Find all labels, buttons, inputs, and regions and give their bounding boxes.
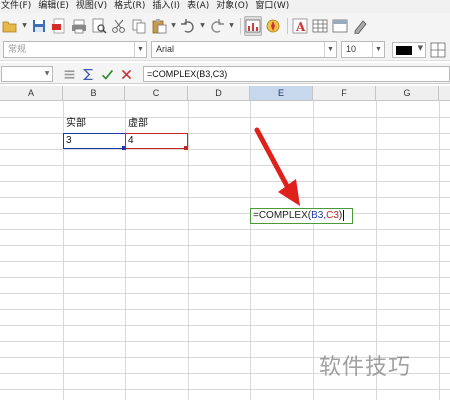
redo-icon[interactable]	[208, 16, 226, 36]
accept-icon[interactable]	[100, 67, 114, 81]
menu-bar: 文件(F) 编辑(E) 视图(V) 格式(R) 插入(I) 表(A) 对象(O)…	[0, 0, 450, 13]
fontwork-icon[interactable]: A	[291, 16, 309, 36]
sum-icon[interactable]	[81, 67, 95, 81]
grid-line	[0, 229, 450, 230]
clear-formatting-icon[interactable]	[351, 16, 369, 36]
redo-dropdown-arrow[interactable]: ▼	[228, 16, 235, 36]
undo-dropdown-arrow[interactable]: ▼	[199, 16, 206, 36]
save-icon[interactable]	[30, 16, 48, 36]
range-handle[interactable]	[184, 146, 188, 150]
font-name-dropdown[interactable]: Arial ▼	[151, 41, 337, 58]
column-header-overflow[interactable]	[439, 86, 450, 101]
cell-b3[interactable]: 3	[63, 133, 126, 149]
grid-line	[0, 213, 450, 214]
svg-text:A: A	[295, 20, 306, 34]
undo-icon[interactable]	[179, 16, 197, 36]
column-header-d[interactable]: D	[188, 86, 250, 101]
formula-input[interactable]: =COMPLEX(B3,C3)	[143, 66, 450, 82]
cell-c3[interactable]: 4	[125, 133, 188, 149]
font-size-value: 10	[346, 44, 357, 54]
grid-line	[0, 277, 450, 278]
chevron-down-icon[interactable]: ▼	[418, 44, 423, 52]
paste-dropdown-arrow[interactable]: ▼	[170, 16, 177, 36]
formula-ref-c3: C3	[326, 210, 339, 221]
grid-line	[188, 101, 189, 400]
column-header-g[interactable]: G	[376, 86, 439, 101]
formula-ref-b3: B3	[311, 210, 324, 221]
column-header-f[interactable]: F	[313, 86, 376, 101]
chevron-down-icon[interactable]: ▼	[42, 67, 52, 81]
chevron-down-icon[interactable]: ▼	[372, 42, 384, 57]
grid-line	[0, 325, 450, 326]
grid-line	[0, 245, 450, 246]
column-header-c[interactable]: C	[125, 86, 188, 101]
grid-line	[250, 101, 251, 400]
grid-line	[0, 165, 450, 166]
menu-insert[interactable]: 插入(I)	[152, 0, 180, 13]
function-wizard-icon[interactable]	[62, 67, 76, 81]
cancel-icon[interactable]	[119, 67, 133, 81]
column-header-a[interactable]: A	[0, 86, 63, 101]
open-icon[interactable]	[1, 16, 19, 36]
formula-bar: ▼ =COMPLEX(B3,C3)	[0, 63, 450, 84]
font-size-dropdown[interactable]: 10 ▼	[341, 41, 385, 58]
grid-line	[439, 101, 440, 400]
open-dropdown-arrow[interactable]: ▼	[21, 16, 28, 36]
name-box[interactable]: ▼	[1, 66, 53, 82]
cut-icon[interactable]	[110, 16, 128, 36]
font-color-swatch	[396, 46, 412, 55]
table-icon[interactable]	[311, 16, 329, 36]
menu-file[interactable]: 文件(F)	[1, 0, 31, 13]
formula-prefix: =COMPLEX(	[253, 210, 312, 221]
menu-object[interactable]: 对象(O)	[216, 0, 248, 13]
toolbar-separator	[287, 17, 288, 34]
grid-line	[0, 261, 450, 262]
navigator-icon[interactable]	[264, 16, 282, 36]
grid-line	[0, 309, 450, 310]
grid-line	[0, 149, 450, 150]
paste-icon[interactable]	[150, 16, 168, 36]
bold-cell-icon[interactable]	[331, 16, 349, 36]
column-header-b[interactable]: B	[63, 86, 125, 101]
formatting-toolbar: 常规 ▼ Arial ▼ 10 ▼ ▼	[0, 38, 450, 61]
borders-icon[interactable]	[430, 42, 448, 58]
chart-icon[interactable]	[244, 15, 262, 36]
menu-window[interactable]: 窗口(W)	[255, 0, 289, 13]
chevron-down-icon[interactable]: ▼	[134, 42, 146, 57]
standard-toolbar: ▼ ▼ ▼ ▼ A	[0, 13, 450, 38]
font-name-value: Arial	[156, 44, 175, 54]
watermark-text: 软件技巧	[319, 355, 412, 380]
font-color-button[interactable]: ▼	[392, 42, 426, 58]
grid-line	[0, 197, 450, 198]
grid-line	[313, 101, 314, 400]
export-pdf-icon[interactable]	[50, 16, 68, 36]
copy-icon[interactable]	[130, 16, 148, 36]
grid-line	[0, 389, 450, 390]
grid-line	[0, 293, 450, 294]
print-preview-icon[interactable]	[90, 16, 108, 36]
cell-c2[interactable]: 虚部	[126, 117, 188, 133]
column-header-e[interactable]: E	[250, 86, 313, 101]
menu-table[interactable]: 表(A)	[187, 0, 209, 13]
text-caret	[343, 209, 345, 221]
toolbar-separator	[240, 17, 241, 34]
menu-format[interactable]: 格式(R)	[114, 0, 145, 13]
grid-line	[0, 181, 450, 182]
chevron-down-icon[interactable]: ▼	[324, 42, 336, 57]
cell-editing-formula[interactable]: =COMPLEX(B3,C3)	[250, 208, 353, 224]
style-dropdown[interactable]: 常规 ▼	[3, 41, 147, 58]
cell-b2[interactable]: 实部	[64, 117, 125, 133]
style-value: 常规	[8, 44, 27, 54]
menu-edit[interactable]: 编辑(E)	[38, 0, 69, 13]
print-icon[interactable]	[70, 16, 88, 36]
menu-view[interactable]: 视图(V)	[76, 0, 107, 13]
formula-suffix: )	[338, 210, 343, 221]
grid-line	[0, 341, 450, 342]
